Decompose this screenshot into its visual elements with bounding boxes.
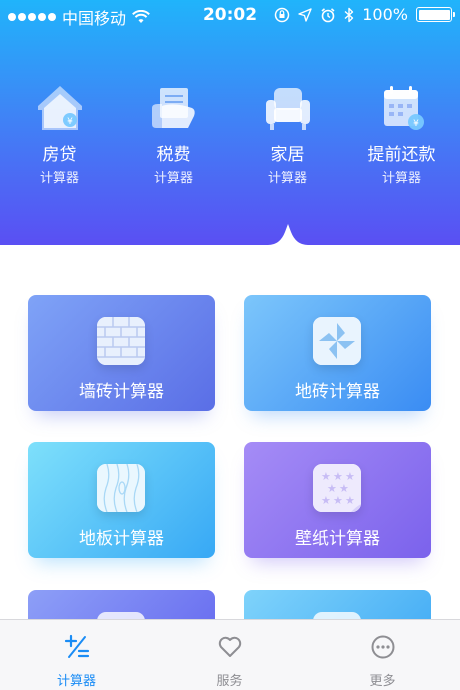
status-right: 100% xyxy=(274,5,455,24)
card-label: 壁纸计算器 xyxy=(295,529,380,549)
tax-icon xyxy=(151,88,195,128)
status-bar: 中国移动 20:02 100% xyxy=(0,0,460,30)
card-wallpaper-calculator[interactable]: ★ ★ ★ ★ ★ ★ ★ ★ 壁纸计算器 xyxy=(244,442,431,558)
location-arrow-icon xyxy=(298,7,312,22)
svg-text:★: ★ xyxy=(345,494,355,507)
category-title: 提前还款 xyxy=(367,145,436,165)
category-subtitle: 计算器 xyxy=(39,171,79,186)
tab-service[interactable]: 服务 xyxy=(153,620,306,690)
category-title: 税费 xyxy=(156,145,191,165)
category-subtitle: 计算器 xyxy=(267,171,307,186)
category-row: ¥ 房贷 计算器 税费 计算器 家居 计算器 ¥ 提前还款 计算器 xyxy=(0,82,460,192)
card-floor-tile-calculator[interactable]: 地砖计算器 xyxy=(244,295,431,411)
calendar-icon: ¥ xyxy=(383,86,424,130)
header-notch xyxy=(0,224,460,262)
tab-more[interactable]: 更多 xyxy=(306,620,459,690)
svg-text:¥: ¥ xyxy=(67,117,73,127)
house-icon: ¥ xyxy=(37,86,82,130)
card-label: 地板计算器 xyxy=(79,529,164,549)
svg-text:★: ★ xyxy=(333,494,343,507)
tab-label: 计算器 xyxy=(56,674,96,689)
category-tax[interactable]: 税费 计算器 xyxy=(116,82,231,186)
heart-icon xyxy=(218,636,241,657)
tab-bar: 计算器 服务 更多 xyxy=(0,619,460,690)
card-wood-floor-calculator[interactable]: 地板计算器 xyxy=(28,442,215,558)
category-mortgage[interactable]: ¥ 房贷 计算器 xyxy=(2,82,117,186)
tab-calculator[interactable]: 计算器 xyxy=(0,620,153,690)
plus-minus-icon xyxy=(64,634,89,658)
svg-text:★: ★ xyxy=(321,494,331,507)
category-home[interactable]: 家居 计算器 xyxy=(230,82,345,186)
more-icon xyxy=(371,635,394,659)
category-prepayment[interactable]: ¥ 提前还款 计算器 xyxy=(344,82,459,186)
alarm-icon xyxy=(321,7,335,22)
battery-percent: 100% xyxy=(362,5,408,24)
wall-brick-icon xyxy=(97,317,145,365)
orientation-lock-icon xyxy=(275,7,290,22)
tab-label: 更多 xyxy=(369,674,396,689)
wallpaper-icon: ★ ★ ★ ★ ★ ★ ★ ★ xyxy=(313,464,361,512)
card-wall-tile-calculator[interactable]: 墙砖计算器 xyxy=(28,295,215,411)
card-label: 墙砖计算器 xyxy=(79,382,164,402)
category-title: 房贷 xyxy=(42,145,77,165)
battery-icon xyxy=(416,7,455,22)
card-label: 地砖计算器 xyxy=(295,382,380,402)
floor-tile-icon xyxy=(313,317,361,365)
sofa-icon xyxy=(265,88,310,130)
wood-floor-icon xyxy=(97,464,145,512)
category-subtitle: 计算器 xyxy=(381,171,421,186)
category-subtitle: 计算器 xyxy=(153,171,193,186)
tab-label: 服务 xyxy=(216,674,243,689)
category-title: 家居 xyxy=(270,145,305,165)
svg-text:¥: ¥ xyxy=(413,119,419,129)
bluetooth-icon xyxy=(344,7,354,22)
